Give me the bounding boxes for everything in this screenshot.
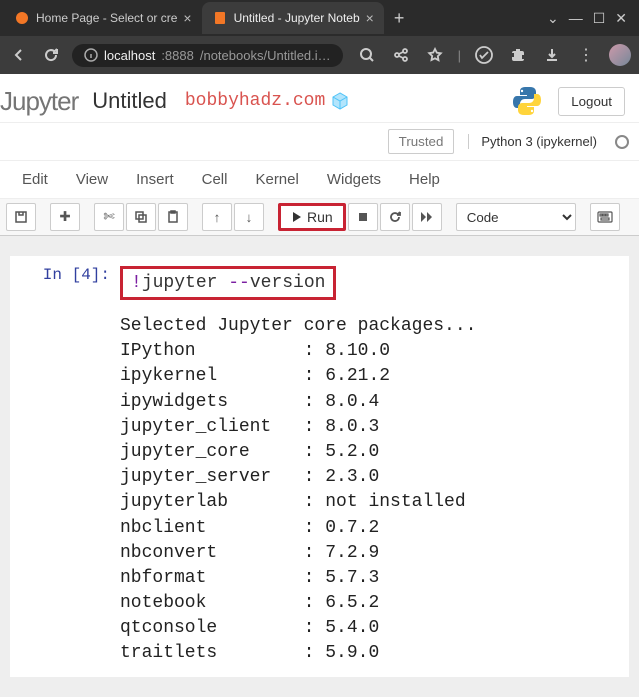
site-info-icon[interactable] [84, 48, 98, 62]
status-row: Trusted Python 3 (ipykernel) [0, 123, 639, 161]
extensions-icon[interactable] [507, 44, 529, 66]
move-up-button[interactable]: ↑ [202, 203, 232, 231]
tab-title: Home Page - Select or cre [36, 11, 177, 25]
address-bar: localhost:8888/notebooks/Untitled.i… | ⋮ [0, 36, 639, 74]
browser-chrome: Home Page - Select or cre × Untitled - J… [0, 0, 639, 74]
url-port: :8888 [161, 48, 194, 63]
toolbar: ✚ ✄ ↑ ↓ Run Code [0, 199, 639, 236]
interrupt-button[interactable] [348, 203, 378, 231]
jupyter-favicon [14, 10, 30, 26]
add-cell-button[interactable]: ✚ [50, 203, 80, 231]
notebook-favicon [212, 10, 228, 26]
kernel-name[interactable]: Python 3 (ipykernel) [468, 134, 597, 149]
logout-button[interactable]: Logout [558, 87, 625, 116]
downloads-icon[interactable] [541, 44, 563, 66]
url-field[interactable]: localhost :8888/notebooks/Untitled.i… [72, 44, 343, 67]
restart-run-all-button[interactable] [412, 203, 442, 231]
bookmark-icon[interactable] [424, 44, 446, 66]
trusted-button[interactable]: Trusted [388, 129, 455, 154]
maximize-icon[interactable]: ☐ [593, 10, 606, 27]
cube-icon [331, 92, 349, 110]
menu-cell[interactable]: Cell [202, 171, 228, 188]
restart-button[interactable] [380, 203, 410, 231]
notebook-area[interactable]: In [4]: !jupyter --version Selected Jupy… [0, 236, 639, 697]
browser-tab-notebook[interactable]: Untitled - Jupyter Noteb × [202, 2, 384, 34]
share-icon[interactable] [390, 44, 412, 66]
window-controls: ⌄ — ☐ ✕ [547, 10, 635, 27]
copy-button[interactable] [126, 203, 156, 231]
menu-kernel[interactable]: Kernel [255, 171, 298, 188]
save-button[interactable] [6, 203, 36, 231]
menu-help[interactable]: Help [409, 171, 440, 188]
zoom-icon[interactable] [356, 44, 378, 66]
move-down-button[interactable]: ↓ [234, 203, 264, 231]
tab-strip: Home Page - Select or cre × Untitled - J… [0, 0, 639, 36]
new-tab-button[interactable]: + [384, 8, 415, 29]
url-path: /notebooks/Untitled.i… [200, 48, 331, 63]
back-button[interactable] [8, 44, 30, 66]
notebook-title[interactable]: Untitled [92, 88, 167, 114]
run-button[interactable]: Run [278, 203, 346, 231]
close-icon[interactable]: × [366, 10, 374, 26]
code-cell[interactable]: In [4]: !jupyter --version Selected Jupy… [10, 256, 629, 677]
close-icon[interactable]: × [183, 10, 191, 26]
noscript-icon[interactable] [473, 44, 495, 66]
cut-button[interactable]: ✄ [94, 203, 124, 231]
menu-bar: Edit View Insert Cell Kernel Widgets Hel… [0, 161, 639, 199]
tab-title: Untitled - Jupyter Noteb [234, 11, 360, 25]
menu-insert[interactable]: Insert [136, 171, 174, 188]
chevron-down-icon[interactable]: ⌄ [547, 10, 559, 27]
close-window-icon[interactable]: ✕ [615, 10, 627, 27]
minimize-icon[interactable]: — [569, 10, 583, 26]
menu-icon[interactable]: ⋮ [575, 44, 597, 66]
reload-button[interactable] [40, 44, 62, 66]
browser-tab-home[interactable]: Home Page - Select or cre × [4, 2, 202, 34]
input-prompt: In [4]: [10, 266, 120, 300]
python-logo [510, 84, 544, 118]
jupyter-logo[interactable]: Jupyter [0, 86, 78, 117]
profile-avatar[interactable] [609, 44, 631, 66]
brand-text: bobbyhadz.com [185, 91, 325, 111]
run-label: Run [307, 209, 333, 225]
url-host: localhost [104, 48, 155, 63]
jupyter-header: Jupyter Untitled bobbyhadz.com Logout [0, 74, 639, 123]
code-input[interactable]: !jupyter --version [120, 266, 336, 300]
play-icon [291, 211, 303, 223]
menu-view[interactable]: View [76, 171, 108, 188]
command-palette-button[interactable] [590, 203, 620, 231]
cell-type-select[interactable]: Code [456, 203, 576, 231]
menu-widgets[interactable]: Widgets [327, 171, 381, 188]
paste-button[interactable] [158, 203, 188, 231]
kernel-status-icon [615, 135, 629, 149]
menu-edit[interactable]: Edit [22, 171, 48, 188]
cell-output: Selected Jupyter core packages... IPytho… [10, 300, 629, 667]
